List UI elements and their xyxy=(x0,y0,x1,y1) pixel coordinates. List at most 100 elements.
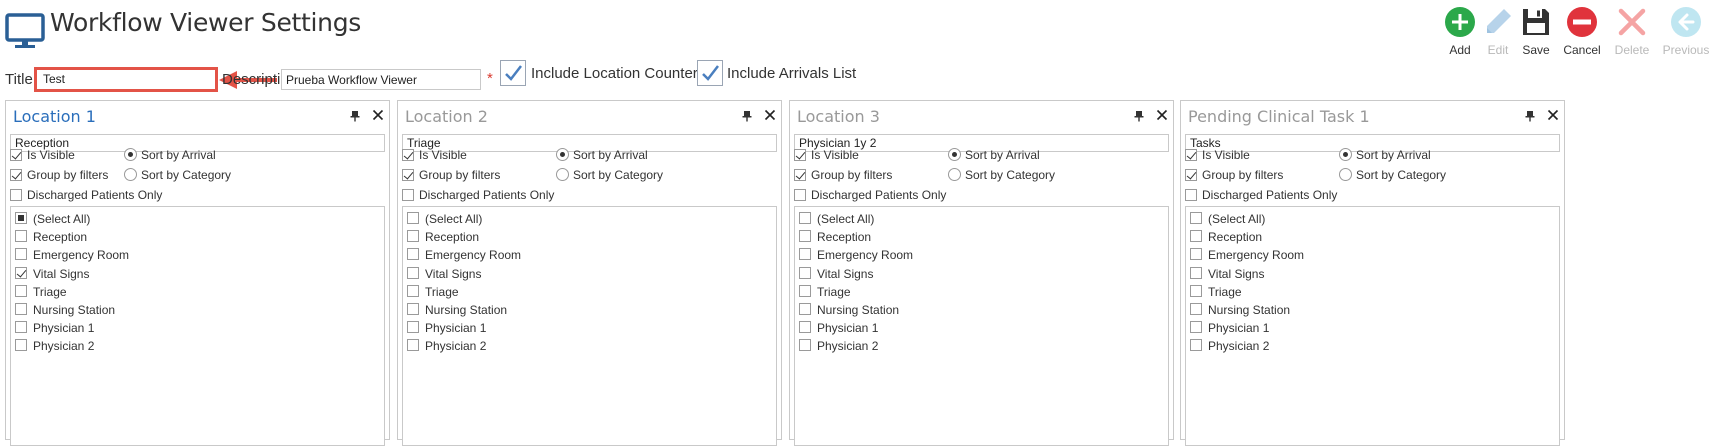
discharged-only-checkbox[interactable] xyxy=(794,189,806,201)
list-item-label: Nursing Station xyxy=(33,303,116,317)
is-visible-checkbox[interactable] xyxy=(1185,149,1197,161)
list-item-checkbox[interactable] xyxy=(15,321,27,334)
discharged-only-label: Discharged Patients Only xyxy=(27,188,163,202)
list-item-label: Physician 2 xyxy=(33,339,95,354)
highlight-annotation xyxy=(34,67,218,92)
pin-icon[interactable] xyxy=(741,110,753,122)
sort-by-category-radio[interactable] xyxy=(556,168,569,181)
list-item-checkbox[interactable] xyxy=(1190,303,1202,315)
group-by-filters-checkbox[interactable] xyxy=(794,169,806,181)
description-input[interactable] xyxy=(281,69,481,90)
list-item-checkbox[interactable] xyxy=(799,321,811,334)
list-item-label: Emergency Room xyxy=(817,248,914,263)
include-location-counters-checkbox[interactable] xyxy=(500,60,526,86)
list-item-checkbox[interactable] xyxy=(799,303,811,315)
list-item-checkbox[interactable] xyxy=(1190,339,1202,352)
close-icon[interactable] xyxy=(372,109,384,121)
list-item-label: (Select All) xyxy=(817,212,875,226)
discharged-only-checkbox[interactable] xyxy=(10,189,22,201)
pin-icon[interactable] xyxy=(349,110,361,122)
sort-by-category-radio[interactable] xyxy=(948,168,961,181)
list-item-label: Nursing Station xyxy=(425,303,508,317)
is-visible-checkbox[interactable] xyxy=(402,149,414,161)
list-item-checkbox[interactable] xyxy=(1190,321,1202,334)
list-item-label: Emergency Room xyxy=(33,248,130,263)
list-item-checkbox[interactable] xyxy=(799,266,811,279)
sort-by-arrival-radio[interactable] xyxy=(1339,148,1352,161)
list-item-checkbox[interactable] xyxy=(799,248,811,261)
panel-2: Location 2 Is Visible Group by filters D… xyxy=(397,100,782,446)
delete-button[interactable]: Delete xyxy=(1607,6,1657,57)
sort-by-category-label: Sort by Category xyxy=(141,168,232,182)
list-item-checkbox[interactable] xyxy=(407,230,419,243)
list-item-checkbox[interactable] xyxy=(15,284,27,297)
list-item-checkbox[interactable] xyxy=(407,303,419,315)
list-item-label: Reception xyxy=(817,230,872,245)
list-item-checkbox[interactable] xyxy=(799,212,811,224)
required-marker: * xyxy=(487,70,493,87)
list-item-checkbox[interactable] xyxy=(799,230,811,243)
filter-list[interactable]: (Select All) Reception Emergency Room Vi… xyxy=(794,206,1169,446)
list-item-checkbox[interactable] xyxy=(407,266,419,279)
list-item-checkbox[interactable] xyxy=(407,339,419,352)
settings-form-row: Title: Description: * Include Location C… xyxy=(0,60,1719,92)
filter-list[interactable]: (Select All) Reception Emergency Room Vi… xyxy=(1185,206,1560,446)
sort-by-arrival-radio[interactable] xyxy=(948,148,961,161)
group-by-filters-checkbox[interactable] xyxy=(1185,169,1197,181)
checkmark-icon xyxy=(702,65,719,81)
group-by-filters-label: Group by filters xyxy=(811,168,893,182)
sort-by-arrival-radio[interactable] xyxy=(124,148,137,161)
filter-list[interactable]: (Select All) Reception Emergency Room Vi… xyxy=(402,206,777,446)
list-item-checkbox[interactable] xyxy=(15,266,27,279)
sort-by-category-radio[interactable] xyxy=(1339,168,1352,181)
group-by-filters-label: Group by filters xyxy=(419,168,501,182)
cancel-button[interactable]: Cancel xyxy=(1557,6,1607,57)
list-item-checkbox[interactable] xyxy=(799,339,811,352)
list-item-checkbox[interactable] xyxy=(15,212,27,224)
group-by-filters-checkbox[interactable] xyxy=(10,169,22,181)
close-icon[interactable] xyxy=(1156,109,1168,121)
list-item-label: Triage xyxy=(817,284,851,299)
filter-list[interactable]: (Select All) Reception Emergency Room Vi… xyxy=(10,206,385,446)
close-icon[interactable] xyxy=(764,109,776,121)
list-item-checkbox[interactable] xyxy=(407,248,419,261)
list-item-checkbox[interactable] xyxy=(1190,266,1202,279)
list-item-checkbox[interactable] xyxy=(799,284,811,297)
list-item-label: Nursing Station xyxy=(1208,303,1291,317)
list-item-label: Emergency Room xyxy=(425,248,522,263)
sort-by-category-radio[interactable] xyxy=(124,168,137,181)
sort-by-category-label: Sort by Category xyxy=(965,168,1056,182)
list-item-label: Physician 2 xyxy=(425,339,487,354)
is-visible-label: Is Visible xyxy=(27,148,75,162)
discharged-only-label: Discharged Patients Only xyxy=(811,188,947,202)
list-item-checkbox[interactable] xyxy=(1190,212,1202,224)
panel-1: Location 1 Is Visible Group by filters D… xyxy=(5,100,390,446)
list-item-checkbox[interactable] xyxy=(407,284,419,297)
sort-by-arrival-label: Sort by Arrival xyxy=(573,148,648,162)
list-item-checkbox[interactable] xyxy=(1190,284,1202,297)
list-item-checkbox[interactable] xyxy=(1190,230,1202,243)
discharged-only-label: Discharged Patients Only xyxy=(419,188,555,202)
toolbar: Add Edit Save Cancel Delete Previous xyxy=(1439,6,1719,62)
group-by-filters-checkbox[interactable] xyxy=(402,169,414,181)
list-item-checkbox[interactable] xyxy=(15,303,27,315)
pin-icon[interactable] xyxy=(1524,110,1536,122)
sort-by-arrival-radio[interactable] xyxy=(556,148,569,161)
close-icon[interactable] xyxy=(1547,109,1559,121)
list-item-checkbox[interactable] xyxy=(1190,248,1202,261)
panel-title: Location 3 xyxy=(797,107,880,126)
include-arrivals-list-checkbox[interactable] xyxy=(697,60,723,86)
list-item-checkbox[interactable] xyxy=(15,339,27,352)
list-item-checkbox[interactable] xyxy=(15,248,27,261)
list-item-checkbox[interactable] xyxy=(407,212,419,224)
discharged-only-checkbox[interactable] xyxy=(1185,189,1197,201)
discharged-only-checkbox[interactable] xyxy=(402,189,414,201)
is-visible-checkbox[interactable] xyxy=(10,149,22,161)
save-button[interactable]: Save xyxy=(1511,6,1561,57)
pin-icon[interactable] xyxy=(1133,110,1145,122)
list-item-checkbox[interactable] xyxy=(15,230,27,243)
list-item-checkbox[interactable] xyxy=(407,321,419,334)
page-title: Workflow Viewer Settings xyxy=(50,8,362,37)
previous-button[interactable]: Previous xyxy=(1661,6,1711,57)
is-visible-checkbox[interactable] xyxy=(794,149,806,161)
